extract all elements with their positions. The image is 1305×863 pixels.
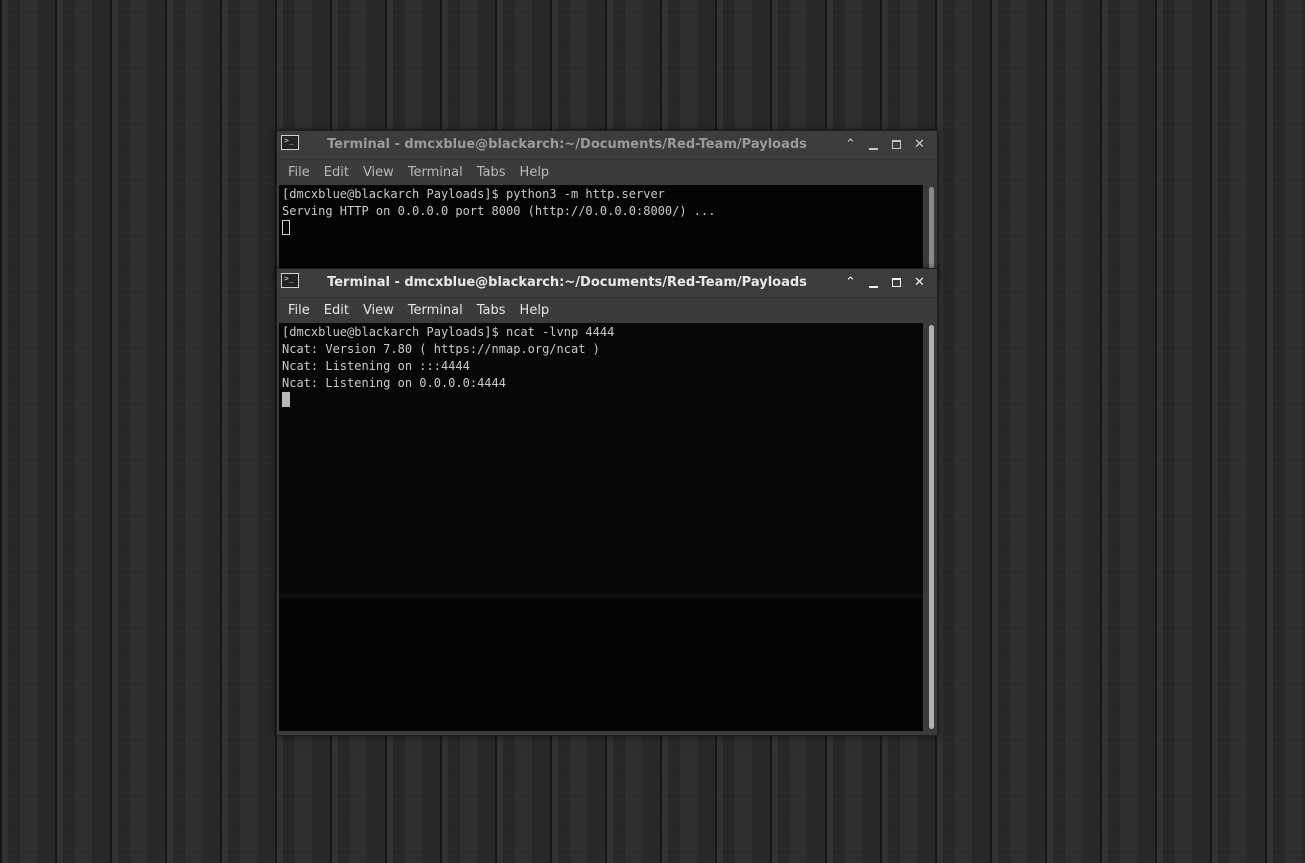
title-bar[interactable]: >_ Terminal - dmcxblue@blackarch:~/Docum… <box>277 269 937 298</box>
window-controls: ⌃ ✕ <box>839 269 931 297</box>
terminal-prompt-line <box>282 220 923 237</box>
menu-edit[interactable]: Edit <box>317 298 356 323</box>
menu-help[interactable]: Help <box>513 298 557 323</box>
menu-edit[interactable]: Edit <box>317 160 356 185</box>
terminal-output[interactable]: [dmcxblue@blackarch Payloads]$ ncat -lvn… <box>279 323 923 731</box>
menu-bar: File Edit View Terminal Tabs Help <box>277 298 937 323</box>
scrollbar[interactable] <box>929 325 934 729</box>
shade-button[interactable]: ⌃ <box>839 273 862 293</box>
menu-tabs[interactable]: Tabs <box>470 298 513 323</box>
terminal-line: Ncat: Listening on :::4444 <box>282 359 470 373</box>
window-title: Terminal - dmcxblue@blackarch:~/Document… <box>327 137 807 152</box>
desktop: >_ Terminal - dmcxblue@blackarch:~/Docum… <box>0 0 1305 863</box>
menu-tabs[interactable]: Tabs <box>470 160 513 185</box>
window-title: Terminal - dmcxblue@blackarch:~/Document… <box>327 275 807 290</box>
window-controls: ⌃ ✕ <box>839 131 931 159</box>
terminal-line: [dmcxblue@blackarch Payloads]$ python3 -… <box>282 187 665 201</box>
terminal-line: Ncat: Listening on 0.0.0.0:4444 <box>282 376 506 390</box>
minimize-icon <box>869 286 878 288</box>
minimize-button[interactable] <box>862 273 885 293</box>
menu-bar: File Edit View Terminal Tabs Help <box>277 160 937 185</box>
maximize-button[interactable] <box>885 273 908 293</box>
menu-view[interactable]: View <box>356 160 401 185</box>
menu-file[interactable]: File <box>281 160 317 185</box>
maximize-icon <box>892 140 901 149</box>
maximize-icon <box>892 278 901 287</box>
text-cursor <box>282 220 290 235</box>
menu-view[interactable]: View <box>356 298 401 323</box>
terminal-line: Ncat: Version 7.80 ( https://nmap.org/nc… <box>282 342 600 356</box>
menu-help[interactable]: Help <box>513 160 557 185</box>
terminal-icon[interactable]: >_ <box>281 135 299 150</box>
terminal-output[interactable]: [dmcxblue@blackarch Payloads]$ python3 -… <box>279 185 923 269</box>
menu-file[interactable]: File <box>281 298 317 323</box>
terminal-line: Serving HTTP on 0.0.0.0 port 8000 (http:… <box>282 204 716 218</box>
minimize-button[interactable] <box>862 135 885 155</box>
terminal-window-ncat-listener[interactable]: >_ Terminal - dmcxblue@blackarch:~/Docum… <box>276 268 938 736</box>
menu-terminal[interactable]: Terminal <box>401 160 470 185</box>
minimize-icon <box>869 148 878 150</box>
text-cursor <box>282 392 290 407</box>
terminal-window-http-server[interactable]: >_ Terminal - dmcxblue@blackarch:~/Docum… <box>276 130 938 282</box>
close-button[interactable]: ✕ <box>908 135 931 155</box>
shade-button[interactable]: ⌃ <box>839 135 862 155</box>
terminal-icon[interactable]: >_ <box>281 273 299 288</box>
close-button[interactable]: ✕ <box>908 273 931 293</box>
menu-terminal[interactable]: Terminal <box>401 298 470 323</box>
maximize-button[interactable] <box>885 135 908 155</box>
terminal-line: [dmcxblue@blackarch Payloads]$ ncat -lvn… <box>282 325 615 339</box>
terminal-prompt-line <box>282 392 923 409</box>
title-bar[interactable]: >_ Terminal - dmcxblue@blackarch:~/Docum… <box>277 131 937 160</box>
scrollbar[interactable] <box>929 187 934 279</box>
